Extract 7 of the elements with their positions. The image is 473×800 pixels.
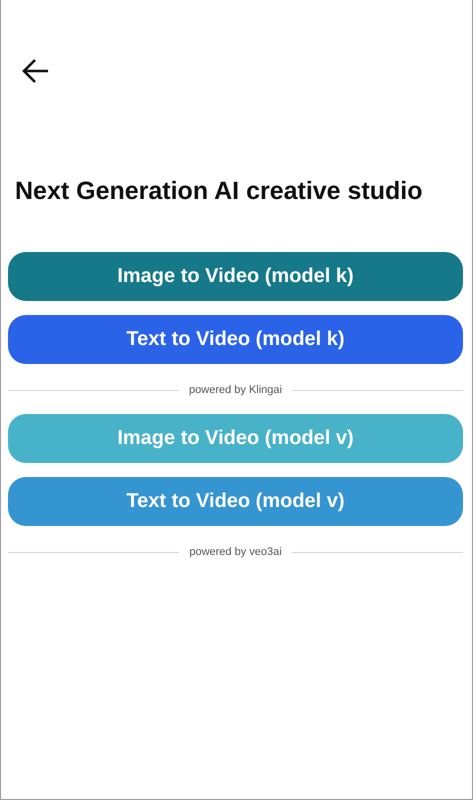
generator-button[interactable]: Text to Video (model k) xyxy=(8,315,463,364)
powered-by-text: powered by veo3ai xyxy=(189,546,282,558)
back-arrow-icon xyxy=(22,58,50,84)
page-title: Next Generation AI creative studio xyxy=(15,176,424,207)
generator-button[interactable]: Text to Video (model v) xyxy=(8,477,463,526)
powered-by-text: powered by Klingai xyxy=(189,384,282,396)
generator-button[interactable]: Image to Video (model k) xyxy=(8,252,463,301)
